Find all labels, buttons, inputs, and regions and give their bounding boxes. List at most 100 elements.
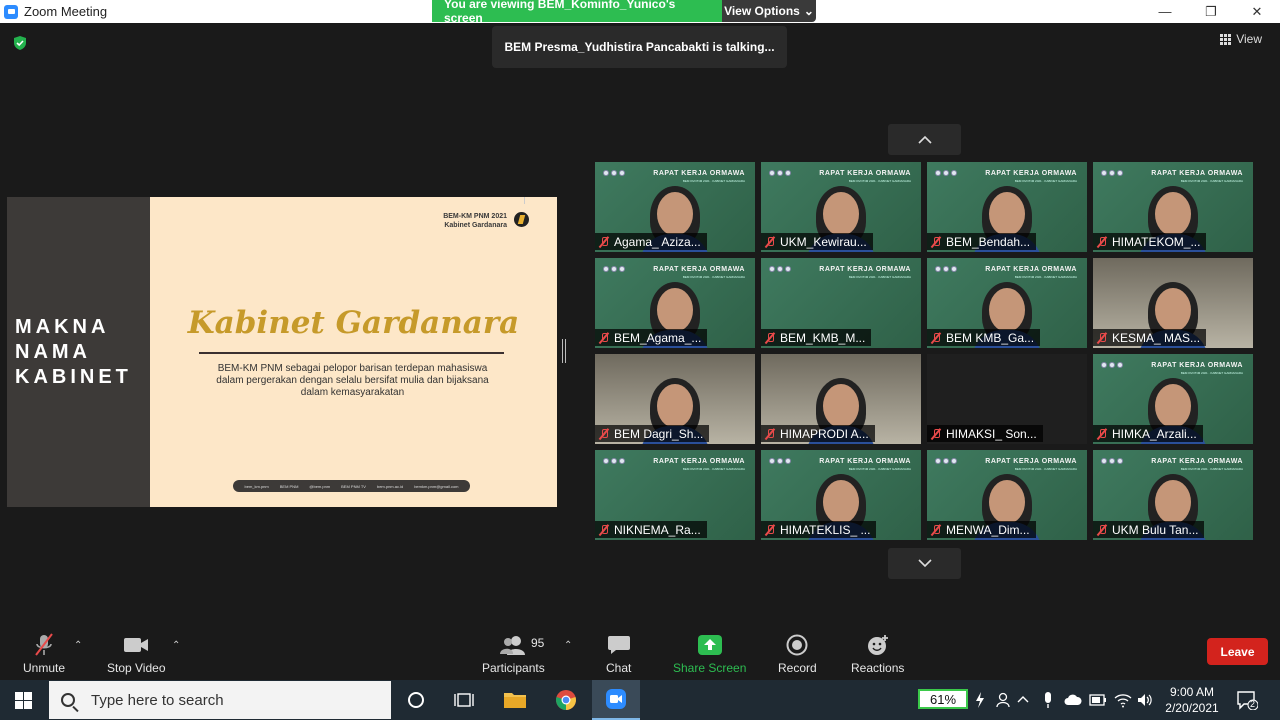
virtual-background-banner: RAPAT KERJA ORMAWA BEM KM PNM 2021 · KABI… bbox=[1151, 170, 1243, 183]
participants-options-caret[interactable]: ⌃ bbox=[564, 640, 572, 651]
reactions-button[interactable]: Reactions bbox=[851, 632, 904, 675]
screen-share-banner: You are viewing BEM_Kominfo_Yunico's scr… bbox=[432, 0, 816, 25]
view-options-button[interactable]: View Options ⌄ bbox=[722, 0, 816, 22]
restore-button[interactable]: ❐ bbox=[1188, 0, 1234, 23]
search-placeholder: Type here to search bbox=[91, 691, 224, 709]
show-hidden-icons-chevron-icon[interactable] bbox=[1017, 695, 1029, 703]
microphone-tray-icon[interactable] bbox=[1043, 691, 1053, 709]
participant-tile[interactable]: RAPAT KERJA ORMAWA BEM KM PNM 2021 · KABI… bbox=[595, 162, 755, 252]
muted-mic-icon bbox=[599, 524, 609, 536]
smiley-icon bbox=[867, 635, 888, 655]
muted-mic-icon bbox=[1097, 428, 1107, 440]
security-shield-icon[interactable] bbox=[12, 35, 28, 51]
muted-mic-icon bbox=[931, 236, 941, 248]
participant-tile[interactable]: RAPAT KERJA ORMAWA BEM KM PNM 2021 · KABI… bbox=[927, 162, 1087, 252]
footer-item: bemkm.pnm@gmail.com bbox=[414, 483, 459, 489]
participant-name-label: BEM_Agama_... bbox=[595, 329, 708, 346]
participant-name-label: NIKNEMA_Ra... bbox=[595, 521, 707, 538]
gallery-next-button[interactable] bbox=[888, 548, 961, 579]
banner-subtitle: BEM KM PNM 2021 · KABINET GARDANARA bbox=[682, 275, 745, 279]
chevron-up-icon bbox=[917, 135, 932, 144]
zoom-taskbar-button[interactable] bbox=[592, 680, 640, 720]
muted-mic-icon bbox=[1097, 332, 1107, 344]
splitter-handle[interactable] bbox=[562, 339, 566, 363]
banner-title: RAPAT KERJA ORMAWA bbox=[653, 458, 745, 465]
record-button[interactable]: Record bbox=[778, 632, 817, 675]
banner-subtitle: BEM KM PNM 2021 · KABINET GARDANARA bbox=[1180, 179, 1243, 183]
participant-name-label: HIMAPRODI A... bbox=[761, 425, 875, 442]
banner-title: RAPAT KERJA ORMAWA bbox=[819, 458, 911, 465]
muted-mic-icon bbox=[765, 236, 775, 248]
footer-item: BEM PNM bbox=[279, 483, 299, 489]
view-layout-button[interactable]: View bbox=[1220, 32, 1262, 46]
participant-tile[interactable]: RAPAT KERJA ORMAWA BEM KM PNM 2021 · KABI… bbox=[761, 258, 921, 348]
banner-title: RAPAT KERJA ORMAWA bbox=[1151, 170, 1243, 177]
participant-tile[interactable]: KESMA_ MAS... bbox=[1093, 258, 1253, 348]
volume-icon[interactable] bbox=[1137, 693, 1153, 707]
chat-button[interactable]: Chat bbox=[606, 632, 631, 675]
share-screen-button[interactable]: Share Screen bbox=[673, 632, 746, 675]
chat-bubble-icon bbox=[607, 636, 630, 654]
slide-brand-line: BEM-KM PNM 2021 bbox=[443, 213, 507, 220]
slide-description: BEM-KM PNM sebagai pelopor barisan terde… bbox=[216, 363, 489, 398]
participant-name: BEM KMB_Ga... bbox=[946, 330, 1035, 345]
participant-name: UKM_Kewirau... bbox=[780, 234, 867, 249]
windows-start-icon[interactable] bbox=[15, 692, 32, 709]
participant-tile[interactable]: HIMAPRODI A... bbox=[761, 354, 921, 444]
ormawa-logos-icon bbox=[769, 170, 791, 176]
onedrive-cloud-icon[interactable] bbox=[1064, 694, 1082, 706]
chevron-down-icon: ⌄ bbox=[803, 4, 814, 18]
active-speaker-notice: BEM Presma_Yudhistira Pancabakti is talk… bbox=[492, 26, 787, 68]
virtual-background-banner: RAPAT KERJA ORMAWA BEM KM PNM 2021 · KABI… bbox=[1151, 458, 1243, 471]
participant-tile[interactable]: HIMAKSI_ Son... bbox=[927, 354, 1087, 444]
participant-name: BEM Dagri_Sh... bbox=[614, 426, 704, 441]
file-explorer-button[interactable] bbox=[491, 680, 539, 720]
participant-tile[interactable]: RAPAT KERJA ORMAWA BEM KM PNM 2021 · KABI… bbox=[595, 258, 755, 348]
muted-mic-icon bbox=[1097, 524, 1107, 536]
battery-tray-icon[interactable] bbox=[1089, 694, 1107, 706]
meet-now-icon[interactable] bbox=[1024, 692, 1025, 693]
wifi-icon[interactable] bbox=[1114, 692, 1132, 708]
stop-video-button[interactable]: Stop Video bbox=[107, 632, 166, 675]
minimize-button[interactable]: — bbox=[1142, 0, 1188, 23]
reactions-label: Reactions bbox=[851, 661, 905, 675]
slide-footer: bem_km.pnm BEM PNM @bem.pnm BEM PNM TV b… bbox=[233, 480, 470, 492]
action-center-button[interactable]: 2 bbox=[1236, 690, 1259, 711]
view-options-label: View Options bbox=[724, 4, 800, 18]
muted-mic-icon bbox=[599, 332, 609, 344]
gallery-prev-button[interactable] bbox=[888, 124, 961, 155]
participant-tile[interactable]: RAPAT KERJA ORMAWA BEM KM PNM 2021 · KABI… bbox=[1093, 162, 1253, 252]
task-view-button[interactable] bbox=[440, 680, 488, 720]
audio-options-caret[interactable]: ⌃ bbox=[74, 640, 82, 651]
participant-tile[interactable]: RAPAT KERJA ORMAWA BEM KM PNM 2021 · KABI… bbox=[1093, 450, 1253, 540]
participant-tile[interactable]: RAPAT KERJA ORMAWA BEM KM PNM 2021 · KABI… bbox=[1093, 354, 1253, 444]
slide-brand: BEM-KM PNM 2021 Kabinet Gardanara bbox=[443, 212, 507, 230]
participant-name: BEM_Bendah... bbox=[946, 234, 1031, 249]
participant-tile[interactable]: BEM Dagri_Sh... bbox=[595, 354, 755, 444]
unmute-button[interactable]: Unmute bbox=[23, 632, 65, 675]
taskbar-search-box[interactable]: Type here to search bbox=[49, 681, 391, 719]
people-tray-icon[interactable] bbox=[996, 692, 1010, 708]
participant-name-label: UKM_Kewirau... bbox=[761, 233, 873, 250]
participant-tile[interactable]: RAPAT KERJA ORMAWA BEM KM PNM 2021 · KABI… bbox=[927, 258, 1087, 348]
leave-button[interactable]: Leave bbox=[1207, 638, 1268, 665]
participant-tile[interactable]: RAPAT KERJA ORMAWA BEM KM PNM 2021 · KABI… bbox=[761, 162, 921, 252]
footer-item: @bem.pnm bbox=[309, 483, 331, 489]
participant-name: BEM_KMB_M... bbox=[780, 330, 866, 345]
participant-tile[interactable]: RAPAT KERJA ORMAWA BEM KM PNM 2021 · KABI… bbox=[761, 450, 921, 540]
footer-item: bem.pnm.ac.id bbox=[376, 483, 404, 489]
close-button[interactable]: ✕ bbox=[1234, 0, 1280, 23]
video-options-caret[interactable]: ⌃ bbox=[172, 640, 180, 651]
banner-subtitle: BEM KM PNM 2021 · KABINET GARDANARA bbox=[848, 467, 911, 471]
slide-side-line: KABINET bbox=[15, 365, 132, 388]
search-icon bbox=[61, 693, 75, 707]
system-clock[interactable]: 9:00 AM 2/20/2021 bbox=[1160, 684, 1224, 716]
battery-indicator[interactable]: 61% bbox=[918, 689, 968, 709]
participant-tile[interactable]: RAPAT KERJA ORMAWA BEM KM PNM 2021 · KABI… bbox=[595, 450, 755, 540]
chrome-button[interactable] bbox=[542, 680, 590, 720]
participant-name-label: HIMATEKLIS_ ... bbox=[761, 521, 877, 538]
cortana-button[interactable] bbox=[392, 680, 440, 720]
muted-mic-icon bbox=[35, 633, 53, 656]
participant-tile[interactable]: RAPAT KERJA ORMAWA BEM KM PNM 2021 · KABI… bbox=[927, 450, 1087, 540]
muted-mic-icon bbox=[599, 236, 609, 248]
